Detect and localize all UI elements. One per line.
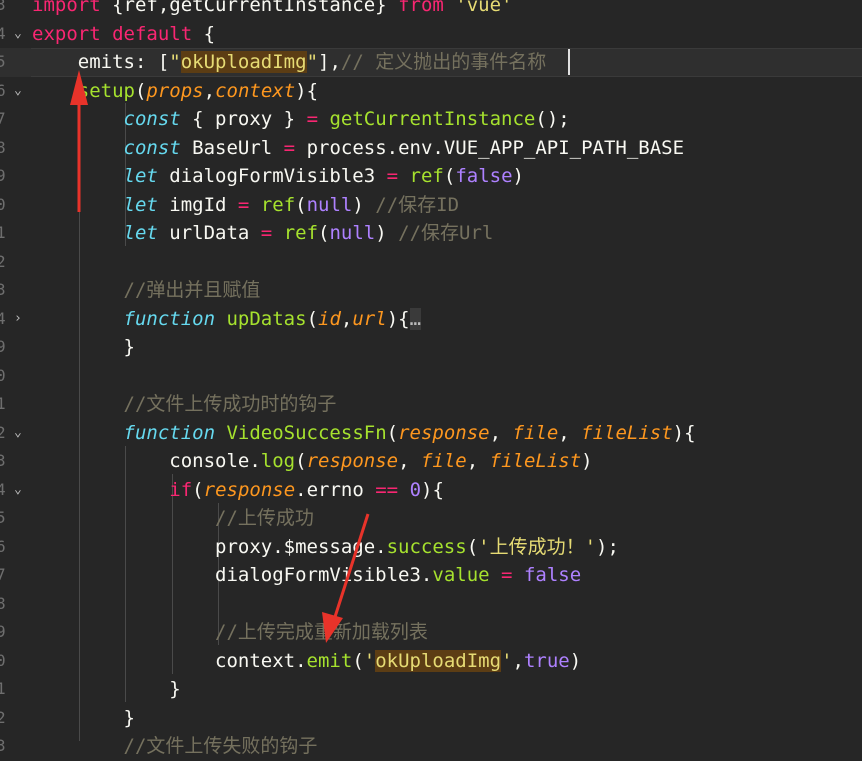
code-editor[interactable]: 3 import {ref,getCurrentInstance} from 'v… (0, 0, 862, 757)
arrow-to-emit-call (322, 513, 370, 643)
arrow-to-emits (70, 70, 88, 212)
annotation-arrows (70, 70, 370, 643)
